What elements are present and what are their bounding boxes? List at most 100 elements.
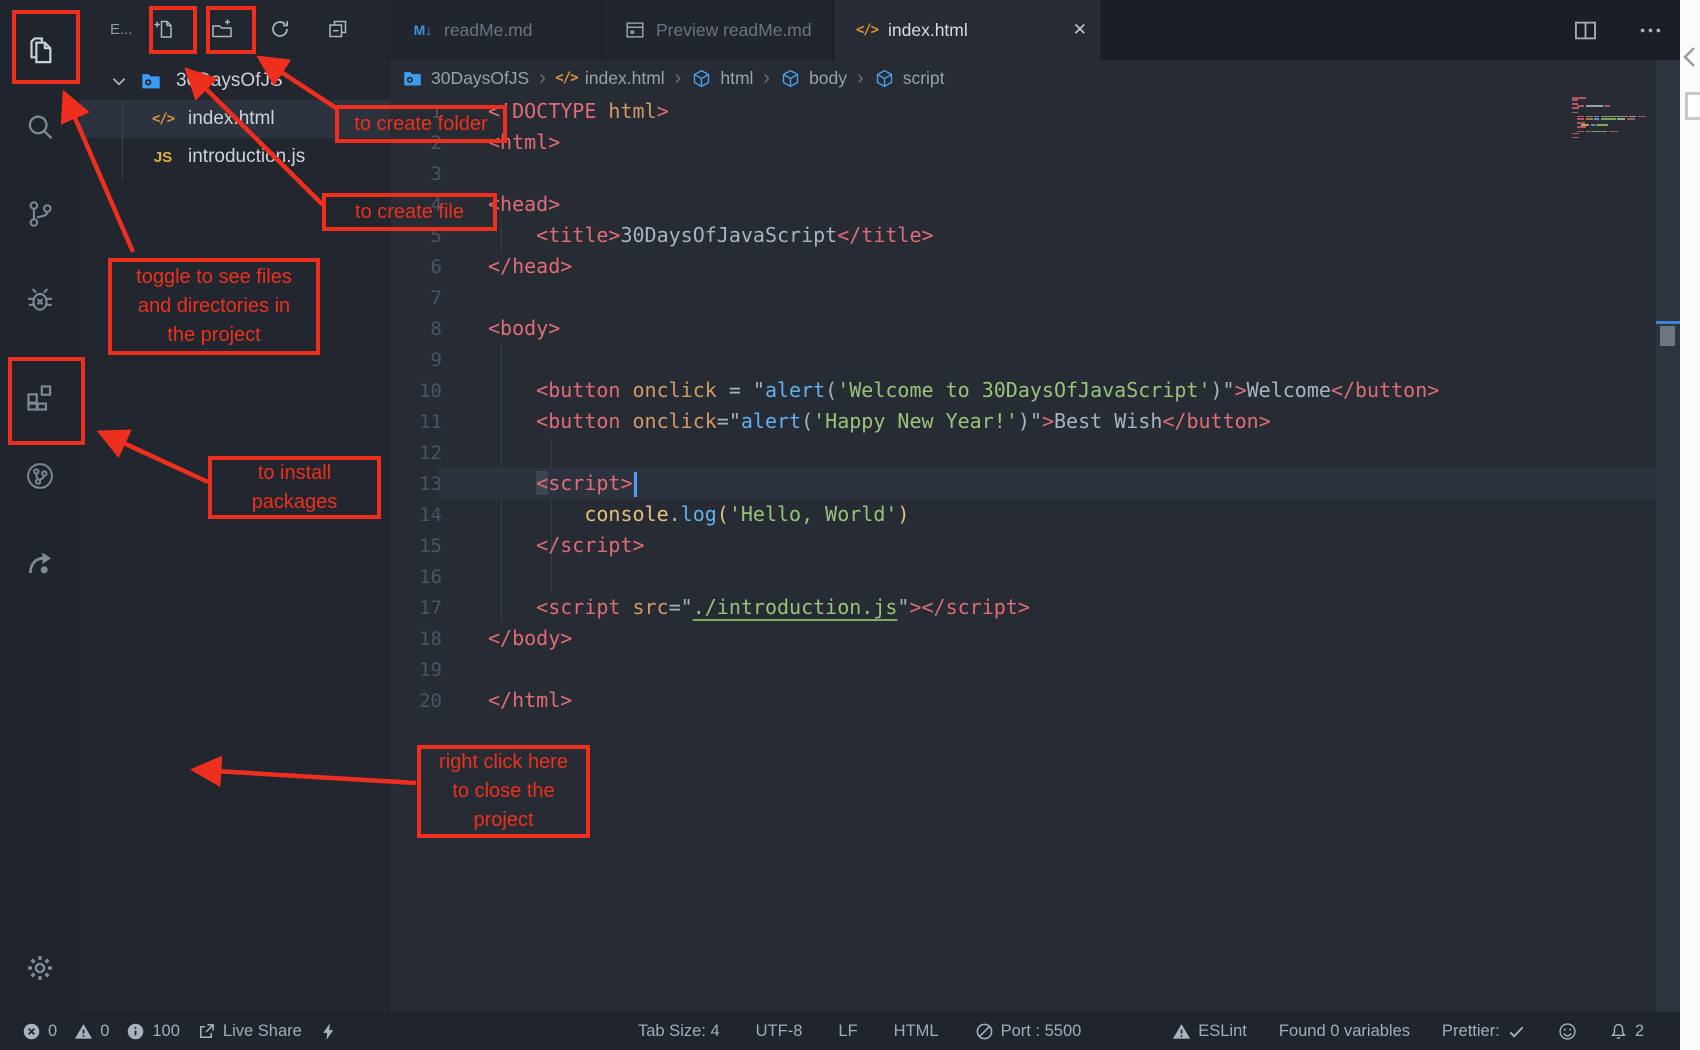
activity-item-source-control[interactable] (0, 188, 80, 240)
status-blocked-port-5500[interactable]: Port : 5500 (975, 1022, 1082, 1041)
status-bar: 00 100 Live Share Tab Size: 4 UTF-8 LF HTML Po… (0, 1012, 1680, 1050)
warning-icon (74, 1022, 93, 1041)
scrollbar-thumb[interactable] (1660, 326, 1675, 346)
line-number: 2 (390, 128, 442, 159)
editor-group[interactable]: M↓readMe.mdPreview readMe.md</>index.htm… (390, 0, 1680, 1012)
markdown-icon: M↓ (412, 19, 434, 41)
status-warning-eslint[interactable]: ESLint (1172, 1022, 1247, 1041)
status-found-0-variables[interactable]: Found 0 variables (1279, 1022, 1410, 1041)
breadcrumb-item-index-html[interactable]: </> index.html (556, 68, 665, 89)
code-line-2: 2<html> (390, 127, 1656, 158)
status-lf[interactable]: LF (838, 1022, 857, 1041)
status-bell-2[interactable]: 2 (1609, 1022, 1644, 1041)
status-center: Tab Size: 4 UTF-8 LF HTML Port : 5500 (638, 1012, 1081, 1050)
debug-icon (23, 283, 57, 317)
js-icon: JS (150, 146, 176, 168)
code-line-11: 11 <button onclick="alert('Happy New Yea… (390, 406, 1656, 437)
breadcrumb: 30DaysOfJS›</>index.html›html›body›scrip… (390, 60, 1680, 96)
status-warning-0[interactable]: 0 (74, 1022, 109, 1041)
breadcrumb-item-script[interactable]: script (874, 68, 945, 89)
status-utf-8[interactable]: UTF-8 (756, 1022, 803, 1041)
extensions-icon (23, 381, 57, 415)
tree-item-label: introduction.js (188, 146, 305, 168)
status-label: 2 (1635, 1022, 1644, 1041)
breadcrumb-item-html[interactable]: html (691, 68, 753, 89)
line-number: 5 (390, 221, 442, 252)
status-prettier[interactable]: Prettier: (1442, 1022, 1526, 1041)
status-label: Prettier: (1442, 1022, 1500, 1041)
status-error-0[interactable]: 0 (22, 1022, 57, 1041)
status-html[interactable]: HTML (894, 1022, 939, 1041)
warning-icon (1172, 1022, 1191, 1041)
status-tab-size-4[interactable]: Tab Size: 4 (638, 1022, 720, 1041)
line-number: 18 (390, 624, 442, 655)
text-cursor (634, 472, 637, 497)
activity-item-live-share-session[interactable] (0, 450, 80, 502)
breadcrumb-item-body[interactable]: body (780, 68, 847, 89)
html-code-icon: </> (556, 68, 577, 89)
share-icon (23, 547, 57, 581)
breadcrumb-label: script (903, 68, 945, 89)
close-icon[interactable]: ✕ (1073, 20, 1087, 40)
tree-item-30daysofjs[interactable]: 30DaysOfJS (80, 62, 390, 100)
status-label: HTML (894, 1022, 939, 1041)
line-number: 19 (390, 655, 442, 686)
new-folder-icon[interactable] (210, 17, 234, 41)
line-number: 13 (390, 469, 442, 500)
chevron-down-icon (108, 70, 130, 92)
new-file-icon[interactable] (152, 17, 176, 41)
tab-preview-readme-md[interactable]: Preview readMe.md (602, 0, 834, 60)
chevron-right-icon: › (675, 67, 682, 90)
status-live-share-live-share[interactable]: Live Share (197, 1022, 302, 1041)
live-share-icon (197, 1022, 216, 1041)
sidebar-title: E... (110, 21, 133, 38)
folder-icon (402, 68, 423, 89)
tab-readme-md[interactable]: M↓ readMe.md (390, 0, 602, 60)
refresh-icon[interactable] (268, 17, 292, 41)
activity-item-settings[interactable] (0, 942, 80, 994)
tree-item-label: 30DaysOfJS (176, 70, 283, 92)
lightning-icon (319, 1022, 338, 1041)
status-label: 0 (48, 1022, 57, 1041)
line-number: 15 (390, 531, 442, 562)
error-icon (22, 1022, 41, 1041)
code-line-8: 8<body> (390, 313, 1656, 344)
tree-item-index-html[interactable]: </>index.html (80, 100, 390, 138)
tab-index-html[interactable]: </>index.html✕ (834, 0, 1102, 60)
bell-icon (1609, 1022, 1628, 1041)
folder-icon (138, 70, 164, 92)
edge-chevron-icon (1682, 46, 1698, 68)
symbol-cube-icon (874, 68, 895, 89)
status-info-100[interactable]: 100 (126, 1022, 180, 1041)
activity-item-explorer[interactable] (0, 24, 80, 76)
activity-item-debug[interactable] (0, 274, 80, 326)
split-editor-icon[interactable] (1572, 17, 1599, 44)
status-label: ESLint (1198, 1022, 1247, 1041)
tree-item-introduction-js[interactable]: JS introduction.js (80, 138, 390, 176)
breadcrumb-label: index.html (585, 68, 665, 89)
tab-bar: M↓ readMe.md Preview readMe.md</>index.htm… (390, 0, 1680, 60)
html-code-icon: </> (856, 19, 878, 41)
settings-gear-icon (23, 951, 57, 985)
code-line-19: 19 (390, 654, 1656, 685)
code-line-20: 20</html> (390, 685, 1656, 716)
code-line-18: 18</body> (390, 623, 1656, 654)
activity-bar (0, 0, 80, 1012)
status-label: 100 (152, 1022, 180, 1041)
status-smiley[interactable] (1558, 1022, 1577, 1041)
activity-item-share[interactable] (0, 538, 80, 590)
code-line-12: 12 (390, 437, 1656, 468)
collapse-all-icon[interactable] (326, 17, 350, 41)
activity-item-extensions[interactable] (0, 372, 80, 424)
editor-scrollbar[interactable] (1656, 60, 1680, 1012)
overview-ruler-cursor (1656, 321, 1680, 324)
more-actions-icon[interactable] (1637, 17, 1664, 44)
code-editor[interactable]: 1<!DOCTYPE html>2<html>34<head>5 <title>… (390, 96, 1656, 716)
tab-label: readMe.md (444, 20, 533, 41)
chevron-right-icon: › (763, 67, 770, 90)
chevron-right-icon: › (539, 67, 546, 90)
symbol-cube-icon (691, 68, 712, 89)
activity-item-search[interactable] (0, 102, 80, 154)
status-lightning[interactable] (319, 1022, 338, 1041)
breadcrumb-item-30daysofjs[interactable]: 30DaysOfJS (402, 68, 529, 89)
